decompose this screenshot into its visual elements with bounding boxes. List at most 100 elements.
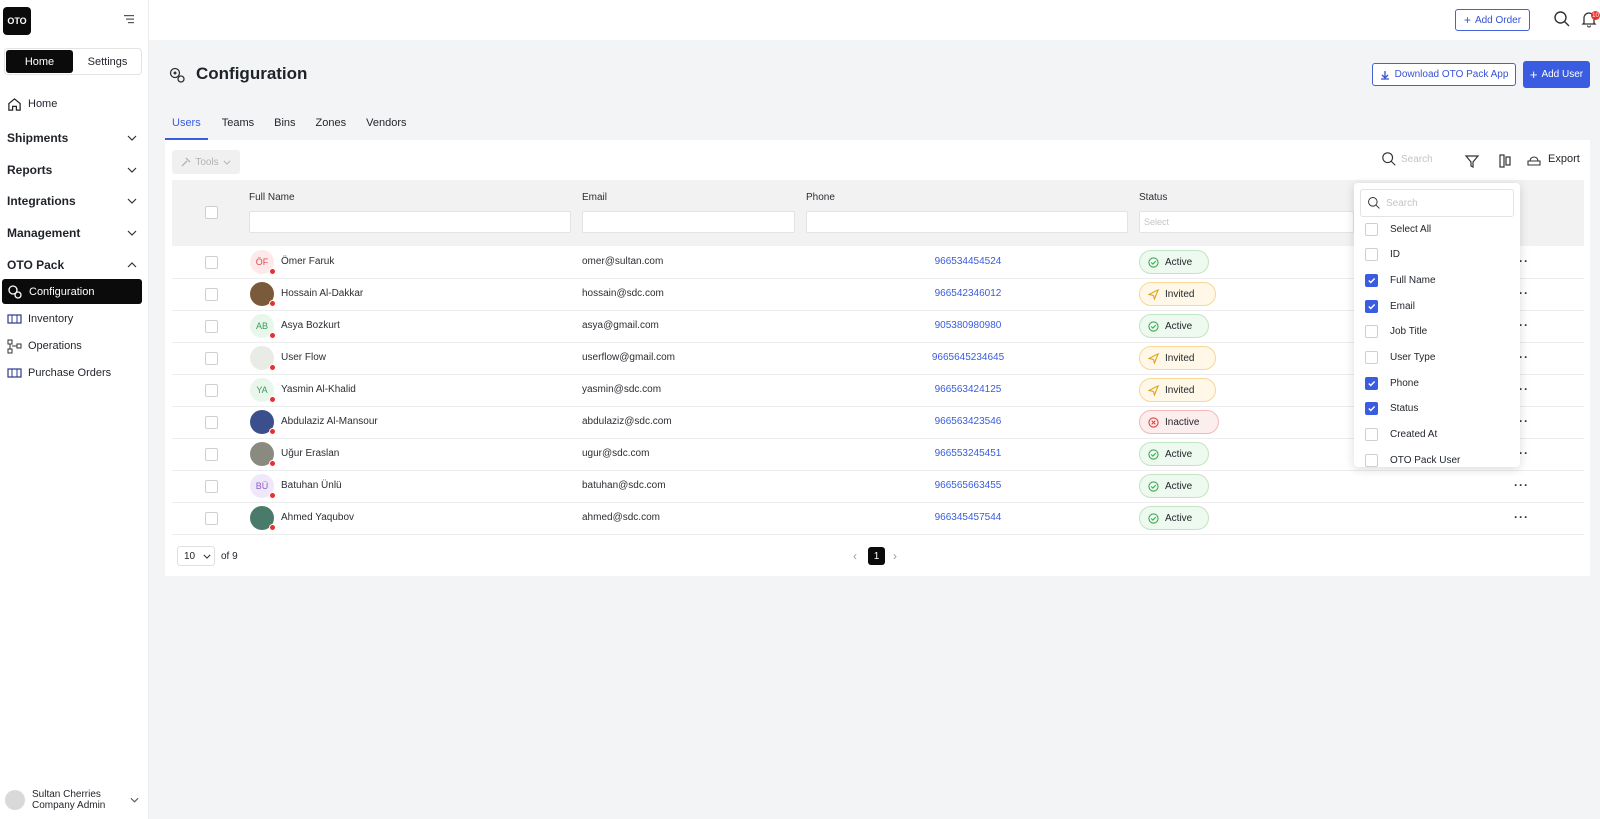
- sidebar-group-management[interactable]: Management: [7, 223, 137, 243]
- tab-vendors[interactable]: Vendors: [360, 113, 412, 140]
- column-option-checkbox[interactable]: [1365, 299, 1378, 313]
- segment-settings[interactable]: Settings: [74, 49, 141, 74]
- config-tabs: Users Teams Bins Zones Vendors: [165, 113, 421, 140]
- row-checkbox[interactable]: [205, 256, 218, 269]
- row-checkbox[interactable]: [205, 448, 218, 461]
- sidebar-item-configuration[interactable]: Configuration: [2, 279, 142, 304]
- prev-page-icon[interactable]: ‹: [853, 549, 857, 563]
- row-actions-button[interactable]: ···: [1514, 510, 1529, 524]
- row-checkbox[interactable]: [205, 384, 218, 397]
- search-icon: [1382, 152, 1396, 166]
- column-option[interactable]: Select All: [1365, 219, 1431, 239]
- user-phone-link[interactable]: 966563424125: [908, 384, 1028, 395]
- column-option[interactable]: Email: [1365, 296, 1415, 316]
- tools-icon: [181, 157, 191, 167]
- user-role: Company Admin: [32, 800, 106, 811]
- sidebar-item-inventory[interactable]: Inventory: [0, 306, 149, 332]
- user-phone-link[interactable]: 966534454524: [908, 256, 1028, 267]
- page-size-select[interactable]: 10: [177, 546, 215, 566]
- download-oto-pack-app-button[interactable]: Download OTO Pack App: [1372, 63, 1516, 86]
- user-profile[interactable]: Sultan Cherries Company Admin: [5, 788, 139, 812]
- column-option[interactable]: ID: [1365, 245, 1400, 265]
- tab-teams[interactable]: Teams: [216, 113, 260, 140]
- tab-zones[interactable]: Zones: [310, 113, 353, 140]
- user-name: Sultan Cherries: [32, 789, 101, 800]
- sidebar-item-operations[interactable]: Operations: [0, 333, 149, 359]
- filter-email-input[interactable]: [582, 211, 795, 233]
- row-checkbox[interactable]: [205, 288, 218, 301]
- column-option-checkbox[interactable]: [1365, 351, 1378, 364]
- user-phone-link[interactable]: 905380980980: [908, 320, 1028, 331]
- column-option-checkbox[interactable]: [1365, 428, 1378, 442]
- column-option[interactable]: Created At: [1365, 425, 1437, 445]
- next-page-icon[interactable]: ›: [893, 549, 897, 563]
- status-label: Invited: [1165, 288, 1195, 300]
- status-label: Active: [1165, 448, 1193, 460]
- column-option-checkbox[interactable]: [1365, 376, 1378, 390]
- search-icon: [1368, 197, 1380, 209]
- column-option[interactable]: Job Title: [1365, 322, 1427, 342]
- add-order-button[interactable]: + Add Order: [1455, 9, 1530, 31]
- collapse-menu-icon[interactable]: [124, 14, 136, 24]
- column-option-label: Email: [1390, 300, 1416, 312]
- tab-bins[interactable]: Bins: [268, 113, 301, 140]
- chevron-down-icon: [127, 167, 137, 173]
- user-phone-link[interactable]: 966563423546: [908, 416, 1028, 427]
- status-dot: [269, 364, 276, 371]
- column-option[interactable]: User Type: [1365, 348, 1435, 368]
- table-search[interactable]: Search: [1381, 151, 1433, 167]
- row-actions-button[interactable]: ···: [1514, 478, 1529, 492]
- column-option-checkbox[interactable]: [1365, 453, 1378, 467]
- columns-icon[interactable]: [1497, 153, 1513, 169]
- filter-phone-input[interactable]: [806, 211, 1128, 233]
- filter-icon[interactable]: [1464, 153, 1480, 169]
- user-phone-link[interactable]: 966565663455: [908, 480, 1028, 491]
- column-option-checkbox[interactable]: [1365, 248, 1378, 262]
- row-checkbox[interactable]: [205, 416, 218, 429]
- segment-home[interactable]: Home: [6, 50, 73, 73]
- user-phone-link[interactable]: 966542346012: [908, 288, 1028, 299]
- column-option-checkbox[interactable]: [1365, 325, 1378, 339]
- column-option[interactable]: Phone: [1365, 373, 1419, 393]
- sidebar-item-purchase-orders[interactable]: Purchase Orders: [0, 360, 149, 386]
- check-icon: [1368, 277, 1376, 284]
- add-user-button[interactable]: + Add User: [1523, 61, 1590, 88]
- sidebar-item-home[interactable]: Home: [0, 91, 149, 117]
- download-icon: [1380, 70, 1389, 80]
- filter-full-name-input[interactable]: [249, 211, 571, 233]
- status-dot: [269, 460, 276, 467]
- export-button[interactable]: Export: [1526, 152, 1580, 166]
- user-phone-link[interactable]: 966345457544: [908, 512, 1028, 523]
- column-option[interactable]: Full Name: [1365, 270, 1436, 290]
- status-badge: Inactive: [1139, 410, 1219, 434]
- user-email: hossain@sdc.com: [582, 288, 664, 299]
- sidebar-item-label: Inventory: [28, 313, 74, 325]
- status-dot: [269, 492, 276, 499]
- user-phone-link[interactable]: 9665645234645: [908, 352, 1028, 363]
- row-checkbox[interactable]: [205, 512, 218, 525]
- filter-status-select[interactable]: Select: [1139, 211, 1354, 233]
- column-option-checkbox[interactable]: [1365, 222, 1378, 236]
- sidebar-group-integrations[interactable]: Integrations: [7, 191, 137, 211]
- sidebar-group-reports[interactable]: Reports: [7, 160, 137, 180]
- column-search-input[interactable]: Search: [1360, 189, 1514, 217]
- tools-button[interactable]: Tools: [172, 150, 240, 174]
- column-option-checkbox[interactable]: [1365, 273, 1378, 287]
- user-phone-link[interactable]: 966553245451: [908, 448, 1028, 459]
- tab-users[interactable]: Users: [165, 113, 208, 140]
- sidebar-group-shipments[interactable]: Shipments: [7, 128, 137, 148]
- row-checkbox[interactable]: [205, 352, 218, 365]
- user-full-name: Ahmed Yaqubov: [281, 512, 355, 523]
- sidebar-group-oto-pack[interactable]: OTO Pack: [7, 255, 137, 275]
- column-option[interactable]: OTO Pack User: [1365, 450, 1460, 467]
- page-number-current[interactable]: 1: [868, 547, 885, 565]
- search-icon[interactable]: [1553, 10, 1571, 28]
- status-label: Active: [1165, 256, 1193, 268]
- row-checkbox[interactable]: [205, 320, 218, 333]
- sidebar-item-label: Purchase Orders: [28, 367, 112, 379]
- oto-logo[interactable]: OTO: [3, 7, 31, 35]
- row-checkbox[interactable]: [205, 480, 218, 493]
- column-option-checkbox[interactable]: [1365, 402, 1378, 416]
- column-option[interactable]: Status: [1365, 399, 1418, 419]
- select-all-checkbox[interactable]: [205, 206, 218, 219]
